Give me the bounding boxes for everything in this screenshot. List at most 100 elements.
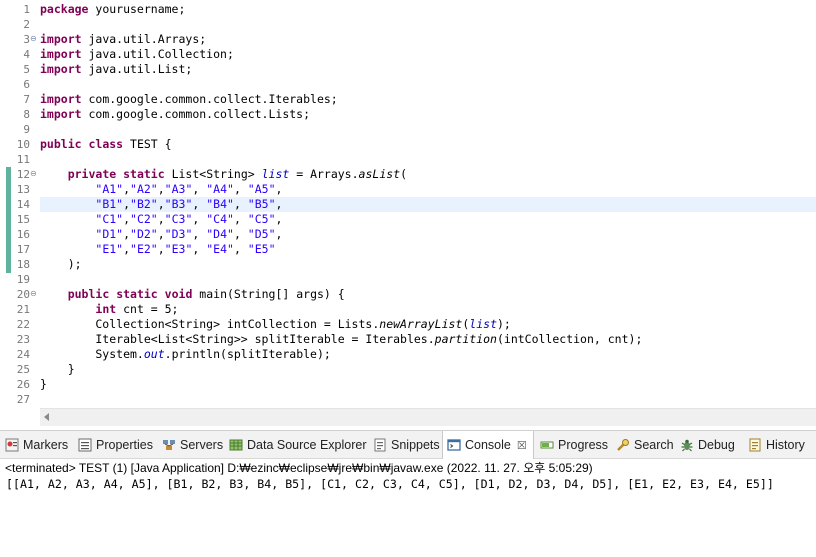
fold-toggle-icon[interactable]: ⊖ (30, 35, 38, 43)
code-token: java.util.List; (81, 62, 193, 76)
code-token: "B4" (206, 197, 234, 211)
code-line[interactable]: 17 "E1","E2","E3", "E4", "E5" (0, 242, 816, 257)
code-line[interactable]: 22 Collection<String> intCollection = Li… (0, 317, 816, 332)
line-number: 12 (16, 168, 30, 181)
code-token: "D5" (247, 227, 276, 241)
code-line[interactable]: 1 package yourusername; (0, 2, 816, 17)
code-line[interactable]: 21 int cnt = 5; (0, 302, 816, 317)
scroll-left-icon[interactable] (44, 413, 49, 421)
tab-snippets[interactable]: Snippets (373, 431, 440, 458)
code-line[interactable]: 7 import com.google.common.collect.Iterab… (0, 92, 816, 107)
close-tab-icon[interactable]: ☒ (517, 439, 527, 452)
code-line[interactable]: 20 ⊖ public static void main(String[] arg… (0, 287, 816, 302)
code-line[interactable]: 23 Iterable<List<String>> splitIterable … (0, 332, 816, 347)
line-gutter: 26 (0, 377, 36, 392)
code-token: package (40, 2, 89, 16)
code-line[interactable]: 14 "B1","B2","B3", "B4", "B5", (0, 197, 816, 212)
code-line[interactable]: 12 ⊖ private static List<String> list = A… (0, 167, 816, 182)
code-line[interactable]: 11 (0, 152, 816, 167)
code-token: , (123, 212, 131, 226)
code-token: import (40, 62, 82, 76)
code-token: "B3" (164, 197, 193, 211)
code-token: ( (400, 167, 408, 181)
code-line[interactable]: 27 (0, 392, 816, 407)
code-text: import com.google.common.collect.Iterabl… (40, 92, 816, 107)
tab-console[interactable]: Console ☒ (442, 431, 534, 459)
code-token: System. (40, 347, 144, 361)
code-token: , (275, 212, 283, 226)
fold-toggle-icon[interactable]: ⊖ (30, 170, 38, 178)
code-line[interactable]: 8 import com.google.common.collect.Lists; (0, 107, 816, 122)
tab-markers[interactable]: Markers (5, 431, 68, 458)
line-gutter: 19 (0, 272, 36, 287)
code-line[interactable]: 4 import java.util.Collection; (0, 47, 816, 62)
code-line[interactable]: 19 (0, 272, 816, 287)
code-token: "A5" (247, 182, 276, 196)
code-line[interactable]: 16 "D1","D2","D3", "D4", "D5", (0, 227, 816, 242)
code-line[interactable]: 15 "C1","C2","C3", "C4", "C5", (0, 212, 816, 227)
code-line[interactable]: 18 ); (0, 257, 816, 272)
line-gutter: 13 (0, 182, 36, 197)
line-number: 4 (23, 48, 30, 61)
code-line[interactable]: 6 (0, 77, 816, 92)
tab-label: Data Source Explorer (247, 437, 367, 452)
line-gutter: 23 (0, 332, 36, 347)
servers-icon (162, 438, 176, 452)
history-icon (748, 438, 762, 452)
tab-label: Servers (180, 437, 224, 452)
code-token: "A4" (206, 182, 234, 196)
code-token: .println(splitIterable); (164, 347, 331, 361)
code-line[interactable]: 9 (0, 122, 816, 137)
code-line[interactable]: 26} (0, 377, 816, 392)
code-token: java.util.Arrays; (81, 32, 207, 46)
code-text: public static void main(String[] args) { (40, 287, 816, 302)
code-text: } (40, 377, 816, 392)
line-gutter: 14 (0, 197, 36, 212)
code-text: "A1","A2","A3", "A4", "A5", (40, 182, 816, 197)
line-gutter: 27 (0, 392, 36, 407)
snippets-icon (373, 438, 387, 452)
code-editor[interactable]: 1 package yourusername; 2 3 ⊖ import java.uti… (0, 0, 816, 426)
line-number: 10 (16, 138, 30, 151)
tab-progress[interactable]: Progress (540, 431, 608, 458)
code-token: , (157, 197, 165, 211)
horizontal-scrollbar[interactable] (40, 408, 816, 426)
code-text: private static List<String> list = Array… (40, 167, 816, 182)
code-token: , (192, 197, 207, 211)
code-line[interactable]: 3 ⊖ import java.util.Arrays; (0, 32, 816, 47)
fold-toggle-icon[interactable]: ⊖ (30, 290, 38, 298)
code-line[interactable]: 25 } (0, 362, 816, 377)
tab-search[interactable]: Search (616, 431, 674, 458)
tab-history[interactable]: History (748, 431, 805, 458)
tab-label: Console (465, 438, 511, 452)
progress-icon (540, 438, 554, 452)
code-token: ); (497, 317, 511, 331)
line-gutter: 22 (0, 317, 36, 332)
code-line[interactable]: 5 import java.util.List; (0, 62, 816, 77)
code-token: (intCollection, cnt); (496, 332, 643, 346)
console-output[interactable]: [[A1, A2, A3, A4, A5], [B1, B2, B3, B4, … (6, 477, 774, 491)
code-token: "B5" (247, 197, 276, 211)
code-token: , (123, 197, 131, 211)
code-line[interactable]: 10 public class TEST { (0, 137, 816, 152)
tab-properties[interactable]: Properties (78, 431, 153, 458)
code-token: import (40, 107, 82, 121)
code-token: "A1" (95, 182, 124, 196)
code-token: class (88, 137, 124, 151)
code-token: , (233, 212, 248, 226)
line-number: 24 (16, 348, 30, 361)
code-token: "C4" (206, 212, 234, 226)
code-token: list (469, 317, 497, 331)
code-line[interactable]: 2 (0, 17, 816, 32)
line-number: 22 (16, 318, 30, 331)
code-line[interactable]: 24 System.out.println(splitIterable); (0, 347, 816, 362)
line-number: 5 (23, 63, 30, 76)
line-gutter: 25 (0, 362, 36, 377)
tab-data-source-explorer[interactable]: Data Source Explorer (229, 431, 367, 458)
code-line[interactable]: 13 "A1","A2","A3", "A4", "A5", (0, 182, 816, 197)
tab-servers[interactable]: Servers (162, 431, 223, 458)
tab-debug[interactable]: Debug (680, 431, 735, 458)
